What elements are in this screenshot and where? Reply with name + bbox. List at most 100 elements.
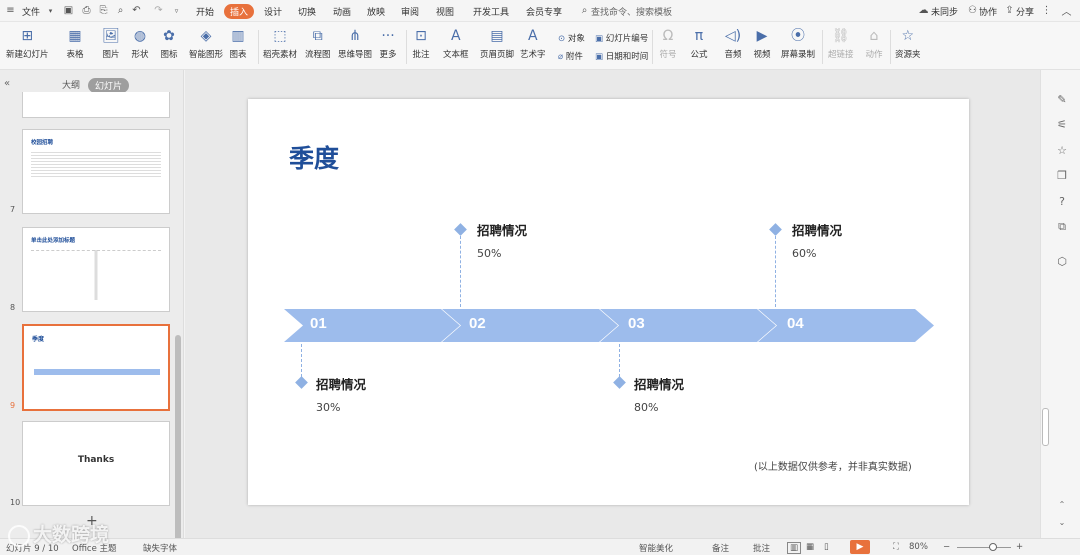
customize-icon[interactable]: ▿ <box>170 4 183 17</box>
header-footer-button[interactable]: ▤ 页眉页脚 <box>480 28 514 60</box>
zoom-in-icon[interactable]: + <box>1016 542 1023 552</box>
slide-thumbnail-7[interactable]: 校园招聘 <box>22 129 170 214</box>
zoom-level[interactable]: 80% <box>909 542 928 552</box>
tab-animation[interactable]: 动画 <box>333 5 351 18</box>
slide-thumbnail-6[interactable] <box>22 92 170 118</box>
tab-developer[interactable]: 开发工具 <box>473 5 509 18</box>
smart-beautify-button[interactable]: 智能美化 <box>639 542 673 554</box>
dropdown-chevron-icon[interactable]: ▾ <box>44 4 57 17</box>
slide-canvas[interactable]: 季度 01 02 03 04 招聘情况 30% 招聘情况 50% 招聘情况 80… <box>248 99 969 505</box>
notes-button[interactable]: 备注 <box>712 542 729 554</box>
menu-icon[interactable]: ≡ <box>4 4 17 17</box>
datetime-button[interactable]: ▣ 日期和时间 <box>595 50 648 62</box>
scrollbar[interactable] <box>175 335 181 550</box>
slide-thumbnail-10[interactable]: Thanks <box>22 421 170 506</box>
collapse-pane-icon[interactable]: « <box>4 78 10 89</box>
slides-tab[interactable]: 幻灯片 <box>88 78 130 93</box>
zoom-slider[interactable] <box>957 547 1011 548</box>
tab-slideshow[interactable]: 放映 <box>367 5 385 18</box>
collapse-ribbon-icon[interactable]: ︿ <box>1060 4 1073 18</box>
video-button[interactable]: ▶ 视频 <box>753 28 771 60</box>
prev-slide-icon[interactable]: ⌃ <box>1055 498 1069 512</box>
screen-record-button[interactable]: ⦿ 屏幕录制 <box>781 28 815 60</box>
picture-button[interactable]: 🖼 图片 <box>102 28 120 60</box>
smart-shape-button[interactable]: ◈ 智能图形 <box>189 28 223 60</box>
zoom-out-icon[interactable]: − <box>943 542 950 552</box>
export-pdf-icon[interactable]: ⎙ <box>80 4 93 17</box>
arrow-segment-03[interactable] <box>600 309 776 342</box>
action-button[interactable]: ⌂ 动作 <box>865 28 883 60</box>
cube-icon[interactable]: ⬡ <box>1055 255 1069 269</box>
sorter-view-icon[interactable]: ▦ <box>806 542 814 552</box>
animation-star-icon[interactable]: ☆ <box>1055 144 1069 158</box>
arrow-segment-04[interactable] <box>758 309 934 342</box>
file-menu[interactable]: 文件 <box>22 5 40 18</box>
help-icon[interactable]: ? <box>1055 195 1069 209</box>
table-button[interactable]: ▦ 表格 <box>66 28 84 60</box>
mindmap-button[interactable]: ⋔ 思维导图 <box>338 28 372 60</box>
undo-icon[interactable]: ↶ <box>130 4 143 17</box>
tab-insert[interactable]: 插入 <box>224 4 255 19</box>
reading-view-icon[interactable]: ▯ <box>824 542 829 552</box>
new-slide-button[interactable]: ⊞ 新建幻灯片 <box>6 28 49 60</box>
magic-wand-icon[interactable]: ✎ <box>1055 93 1069 107</box>
audio-button[interactable]: ◁) 音频 <box>724 28 742 60</box>
daoke-material-button[interactable]: ⬚ 稻壳素材 <box>263 28 297 60</box>
sync-status[interactable]: 未同步 <box>931 5 958 18</box>
more-button[interactable]: ··· 更多 <box>379 28 397 60</box>
normal-view-icon[interactable]: ▥ <box>787 542 802 554</box>
tab-view[interactable]: 视图 <box>436 5 454 18</box>
shape-button[interactable]: ◍ 形状 <box>131 28 149 60</box>
comment-status-button[interactable]: 批注 <box>753 542 770 554</box>
item-caption-3[interactable]: 招聘情况 <box>634 374 684 393</box>
next-slide-icon[interactable]: ⌄ <box>1055 516 1069 530</box>
play-slideshow-button[interactable]: ▶ <box>850 540 870 554</box>
tab-review[interactable]: 审阅 <box>401 5 419 18</box>
outline-tab[interactable]: 大纲 <box>62 78 80 91</box>
properties-sliders-icon[interactable]: ⚟ <box>1055 118 1069 132</box>
fit-window-icon[interactable]: ⛶ <box>893 542 899 552</box>
print-preview-icon[interactable]: ⌕ <box>114 4 127 17</box>
slide-number-button[interactable]: ▣ 幻灯片编号 <box>595 32 648 44</box>
vertical-scrollbar[interactable] <box>1042 408 1049 446</box>
copy-icon[interactable]: ❐ <box>1055 169 1069 183</box>
save-icon[interactable]: ▣ <box>62 4 75 17</box>
textbox-button[interactable]: A 文本框 <box>443 28 469 60</box>
search-input[interactable]: 查找命令、搜索模板 <box>591 5 672 18</box>
tab-transition[interactable]: 切换 <box>298 5 316 18</box>
hyperlink-button[interactable]: ⛓ 超链接 <box>828 28 854 60</box>
item-caption-4[interactable]: 招聘情况 <box>792 220 842 239</box>
missing-font-button[interactable]: 缺失字体 <box>143 542 177 554</box>
share-button[interactable]: 分享 <box>1016 5 1034 18</box>
slide-thumbnail-8[interactable]: 单击此处添加标题 <box>22 227 170 312</box>
comment-button[interactable]: ⊡ 批注 <box>412 28 430 60</box>
transition-icon[interactable]: ⧉ <box>1055 220 1069 234</box>
disclaimer-note[interactable]: (以上数据仅供参考，并非真实数据) <box>754 458 912 473</box>
flowchart-button[interactable]: ⧉ 流程图 <box>305 28 331 60</box>
item-value-1[interactable]: 30% <box>316 401 340 414</box>
item-value-4[interactable]: 60% <box>792 247 816 260</box>
formula-button[interactable]: π 公式 <box>690 28 708 60</box>
icon-button[interactable]: ✿ 图标 <box>160 28 178 60</box>
resource-folder-button[interactable]: ☆ 资源夹 <box>895 28 921 60</box>
slide-title[interactable]: 季度 <box>289 139 339 175</box>
redo-icon[interactable]: ↷ <box>152 4 165 17</box>
tab-home[interactable]: 开始 <box>196 5 214 18</box>
tab-design[interactable]: 设计 <box>264 5 282 18</box>
item-value-3[interactable]: 80% <box>634 401 658 414</box>
symbol-button[interactable]: Ω 符号 <box>659 28 677 60</box>
tab-member[interactable]: 会员专享 <box>526 5 562 18</box>
attachment-button[interactable]: ⌀ 附件 <box>558 50 583 62</box>
more-options-icon[interactable]: ⋮ <box>1040 4 1053 17</box>
collab-button[interactable]: 协作 <box>979 5 997 18</box>
item-caption-1[interactable]: 招聘情况 <box>316 374 366 393</box>
wordart-button[interactable]: A 艺术字 <box>520 28 546 60</box>
chart-button[interactable]: ▥ 图表 <box>229 28 247 60</box>
zoom-slider-handle[interactable] <box>989 543 997 551</box>
print-icon[interactable]: ⎘ <box>97 4 110 17</box>
item-caption-2[interactable]: 招聘情况 <box>477 220 527 239</box>
object-button[interactable]: ⊙ 对象 <box>558 32 585 44</box>
slide-thumbnail-9-selected[interactable]: 季度 <box>22 324 170 411</box>
attachment-icon: ⌀ <box>558 52 566 62</box>
item-value-2[interactable]: 50% <box>477 247 501 260</box>
